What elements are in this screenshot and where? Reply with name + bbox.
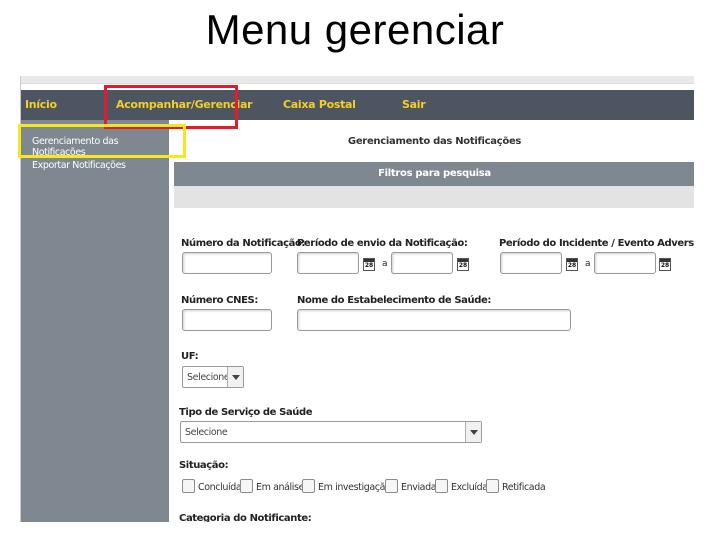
situacao-option-label: Em investigação — [318, 482, 391, 493]
slide-title: Menu gerenciar — [205, 6, 505, 53]
situacao-option-label: Retificada — [502, 482, 546, 493]
sidebar-item-exportar[interactable]: Exportar Notificações — [32, 160, 126, 171]
nome-estabelecimento-input[interactable] — [297, 309, 571, 331]
situacao-checkbox-concluida[interactable] — [182, 479, 195, 493]
uf-select-value: Selecione — [187, 372, 230, 383]
calendar-icon[interactable]: 28 — [566, 258, 578, 271]
filter-divider — [174, 186, 694, 208]
sidebar-item-gerenciamento[interactable]: Gerenciamento das Notificações — [32, 136, 169, 158]
filter-header: Filtros para pesquisa — [174, 162, 694, 186]
calendar-icon[interactable]: 28 — [363, 258, 375, 271]
situacao-label: Situação: — [179, 460, 229, 471]
calendar-icon[interactable]: 28 — [659, 258, 671, 271]
situacao-checkbox-retificada[interactable] — [486, 479, 499, 493]
uf-label: UF: — [181, 351, 199, 362]
chevron-down-icon[interactable] — [465, 422, 481, 442]
situacao-option-label: Em análise — [256, 482, 305, 493]
calendar-icon[interactable]: 28 — [457, 258, 469, 271]
uf-select[interactable]: Selecione — [182, 366, 244, 388]
top-navbar: Início Acompanhar/Gerenciar Caixa Postal… — [21, 90, 694, 120]
situacao-checkbox-em-investigacao[interactable] — [302, 479, 315, 493]
app-window: Início Acompanhar/Gerenciar Caixa Postal… — [20, 76, 694, 522]
nav-caixa-postal[interactable]: Caixa Postal — [283, 90, 356, 120]
browser-top-strip — [21, 76, 694, 84]
periodo-envio-start-input[interactable] — [297, 252, 359, 274]
categoria-notificante-label: Categoria do Notificante: — [179, 513, 312, 522]
tipo-servico-label: Tipo de Serviço de Saúde — [179, 407, 313, 418]
date-separator: a — [382, 259, 388, 269]
situacao-checkbox-enviada[interactable] — [385, 479, 398, 493]
nav-inicio[interactable]: Início — [25, 90, 57, 120]
situacao-option-label: Enviada — [401, 482, 437, 493]
numero-notificacao-label: Número da Notificação: — [181, 238, 306, 249]
situacao-checkbox-excluida[interactable] — [435, 479, 448, 493]
numero-notificacao-input[interactable] — [182, 252, 272, 274]
situacao-option-label: Concluída — [198, 482, 242, 493]
nome-estabelecimento-label: Nome do Estabelecimento de Saúde: — [297, 295, 491, 306]
date-separator: a — [585, 259, 591, 269]
situacao-option-label: Excluída — [451, 482, 488, 493]
page-title: Gerenciamento das Notificações — [347, 136, 522, 147]
periodo-envio-end-input[interactable] — [391, 252, 453, 274]
numero-cnes-label: Número CNES: — [181, 295, 258, 306]
numero-cnes-input[interactable] — [182, 309, 272, 331]
tipo-servico-select-value: Selecione — [185, 427, 228, 438]
nav-acompanhar-gerenciar[interactable]: Acompanhar/Gerenciar — [116, 90, 253, 120]
chevron-down-icon[interactable] — [227, 367, 243, 387]
periodo-envio-label: Período de envio da Notificação: — [297, 238, 468, 249]
nav-sair[interactable]: Sair — [402, 90, 426, 120]
sidebar: Gerenciamento das Notificações Exportar … — [21, 120, 169, 522]
situacao-checkbox-em-analise[interactable] — [240, 479, 253, 493]
periodo-incidente-start-input[interactable] — [500, 252, 562, 274]
tipo-servico-select[interactable]: Selecione — [180, 421, 482, 443]
periodo-incidente-label: Período do Incidente / Evento Adverso: — [499, 238, 694, 249]
periodo-incidente-end-input[interactable] — [594, 252, 656, 274]
